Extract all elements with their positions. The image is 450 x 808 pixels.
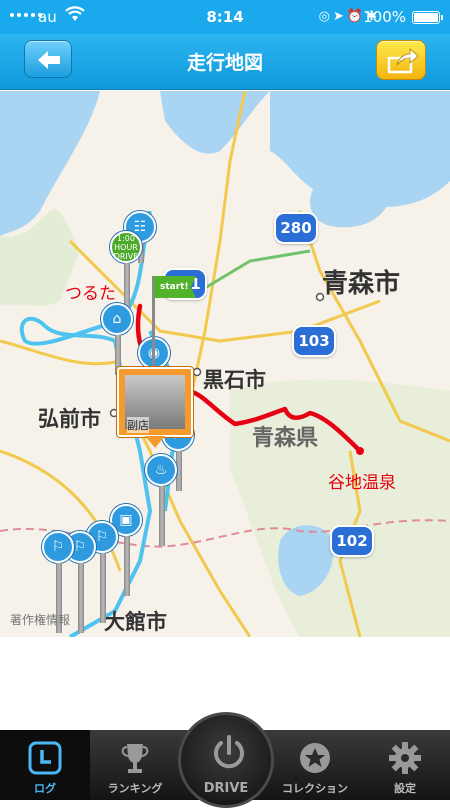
end-place-label: 谷地温泉: [328, 473, 396, 493]
map-pin[interactable]: ⌂: [101, 303, 135, 375]
route-shield-103: 103: [292, 325, 336, 357]
power-icon: [214, 735, 244, 769]
start-flag-text: start!: [154, 276, 196, 298]
tab-log[interactable]: ログ: [0, 730, 90, 800]
prefecture-label: 青森県: [252, 426, 319, 451]
photo-caption: 副店: [127, 417, 149, 433]
tab-collection-label: コレクション: [282, 782, 348, 795]
drive-label: DRIVE: [203, 781, 249, 796]
city-label-aomori: 青森市: [322, 269, 401, 299]
tab-bar: ログ ランキング DRIVE コレクション 設定: [0, 712, 450, 808]
route-shield-280: 280: [274, 212, 318, 244]
drive-button[interactable]: DRIVE: [178, 712, 274, 808]
battery-icon: [412, 11, 443, 24]
gear-icon: [360, 740, 450, 780]
tab-settings-label: 設定: [394, 782, 416, 795]
start-place-label: つるた: [65, 284, 116, 304]
map-pin[interactable]: ♨: [145, 454, 179, 546]
city-label-hirosaki: 弘前市: [38, 407, 101, 431]
tab-log-label: ログ: [34, 782, 56, 795]
photo-pin[interactable]: 副店: [117, 367, 193, 448]
battery-percent: 100%: [363, 8, 406, 26]
map-view[interactable]: 280 101 103 102 青森市 黒石市 弘前市 大館市 青森県 つるた …: [0, 91, 450, 637]
route-shield-102: 102: [330, 525, 374, 557]
city-label-kuroishi: 黒石市: [203, 368, 266, 392]
tab-collection[interactable]: コレクション: [270, 730, 360, 800]
copyright-link[interactable]: 著作権情報: [10, 611, 70, 628]
tab-settings[interactable]: 設定: [360, 730, 450, 800]
tab-ranking-label: ランキング: [107, 782, 163, 795]
share-button[interactable]: [376, 40, 426, 80]
star-badge-icon: [270, 740, 360, 780]
status-bar: au 8:14 ◎➤⏰✱ 100%: [0, 0, 450, 34]
share-icon: [387, 48, 419, 74]
nav-bar: 走行地図: [0, 34, 450, 90]
log-clock-icon: [0, 740, 90, 780]
tab-ranking[interactable]: ランキング: [90, 730, 180, 800]
hour-drive-pin[interactable]: 1:00 HOUR DRIVE: [110, 231, 144, 313]
trophy-icon: [90, 740, 180, 780]
